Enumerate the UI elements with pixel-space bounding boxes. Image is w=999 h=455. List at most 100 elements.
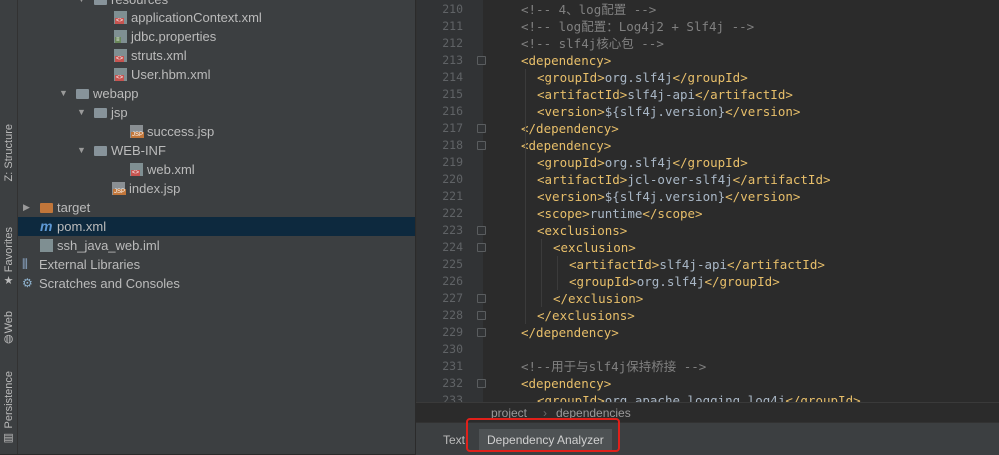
tree-item[interactable]: ▼ WEB-INF xyxy=(18,141,415,160)
line-number: 222 xyxy=(442,206,463,220)
file-type-badge: JSP xyxy=(131,132,145,138)
fold-marker-icon[interactable] xyxy=(477,328,486,337)
jsp-file-icon: JSP xyxy=(130,125,145,138)
structure-tab[interactable]: Z: Structure xyxy=(0,118,17,188)
code-line: <exclusion> xyxy=(553,239,636,256)
code-value: slf4j-api xyxy=(627,87,696,102)
file-type-badge: <> xyxy=(115,75,125,81)
project-tree[interactable]: ▼resources<>applicationContext.xml≡jdbc.… xyxy=(18,0,415,454)
web-tab[interactable]: Web ◍ xyxy=(0,300,17,345)
code-value: org.slf4j xyxy=(604,70,673,85)
code-tag: </groupId> xyxy=(785,393,861,402)
fold-marker-icon[interactable] xyxy=(477,226,486,235)
code-tag: <dependency> xyxy=(521,376,612,391)
code-value: ${slf4j.version} xyxy=(604,189,726,204)
excluded-folder-icon xyxy=(40,203,53,213)
expand-right-icon[interactable]: ▶ xyxy=(23,198,30,217)
code-line: </dependency> xyxy=(521,324,619,341)
tree-item[interactable]: ▼ webapp xyxy=(18,84,415,103)
code-editor[interactable]: 210 211 212 213 214 215 216 217 218 219 220 221 222 2… xyxy=(416,0,999,402)
tree-item-label: User.hbm.xml xyxy=(131,67,211,82)
code-line: <dependency> xyxy=(521,137,611,154)
tree-item-label: webapp xyxy=(93,86,139,101)
tree-item[interactable]: <> web.xml xyxy=(18,160,415,179)
file-type-badge: <> xyxy=(115,18,125,24)
tree-item-label: index.jsp xyxy=(129,181,181,196)
tree-item[interactable]: JSP success.jsp xyxy=(18,122,415,141)
tree-item[interactable]: JSP index.jsp xyxy=(18,179,415,198)
line-number: 218 xyxy=(442,138,463,152)
expand-down-icon[interactable]: ▼ xyxy=(77,141,86,160)
tree-item-label: struts.xml xyxy=(131,48,187,63)
code-line: </exclusions> xyxy=(537,307,635,324)
fold-marker-icon[interactable] xyxy=(477,379,486,388)
code-tag: <exclusions> xyxy=(537,223,628,238)
code-line: <groupId>org.slf4j</groupId> xyxy=(537,69,748,86)
persistence-tab[interactable]: Persistence ▤ xyxy=(0,360,17,444)
code-tag: </version> xyxy=(725,104,801,119)
indent-guide xyxy=(557,256,558,290)
code-tag: </dependency> xyxy=(521,121,619,136)
code-line: <artifactId>slf4j-api</artifactId> xyxy=(537,86,793,103)
tree-item[interactable]: <> applicationContext.xml xyxy=(18,8,415,27)
code-tag: <artifactId> xyxy=(537,87,628,102)
tree-item-label: jsp xyxy=(111,105,128,120)
line-number: 220 xyxy=(442,172,463,186)
fold-marker-icon[interactable] xyxy=(477,243,486,252)
tree-item-label: web.xml xyxy=(147,162,195,177)
code-comment: <!--用于与slf4j保持桥接 --> xyxy=(521,359,707,374)
expand-down-icon[interactable]: ▼ xyxy=(77,103,86,122)
tree-item[interactable]: ≡ jdbc.properties xyxy=(18,27,415,46)
persistence-tab-label: Persistence xyxy=(2,371,15,429)
fold-marker-icon[interactable] xyxy=(477,311,486,320)
fold-marker-icon[interactable] xyxy=(477,56,486,65)
code-tag: <dependency> xyxy=(521,53,612,68)
code-value: org.slf4j xyxy=(636,274,705,289)
code-line: <version>${slf4j.version}</version> xyxy=(537,103,800,120)
fold-marker-icon[interactable] xyxy=(477,141,486,150)
line-number: 232 xyxy=(442,376,463,390)
code-line: <groupId>org.apache.logging.log4j</group… xyxy=(537,392,861,402)
code-tag: </exclusions> xyxy=(537,308,635,323)
tree-item[interactable]: ssh_java_web.iml xyxy=(18,236,415,255)
tree-item[interactable]: ▶ target xyxy=(18,198,415,217)
code-tag: </groupId> xyxy=(704,274,780,289)
code-line: <artifactId>slf4j-api</artifactId> xyxy=(569,256,825,273)
code-tag: </version> xyxy=(725,189,801,204)
xml-file-icon: <> xyxy=(114,49,127,62)
code-comment: <!-- log配置：Log4j2 + Slf4j --> xyxy=(521,19,755,34)
left-tool-strip: Z: Structure Favorites ★ Web ◍ Persisten… xyxy=(0,0,18,454)
iml-file-icon xyxy=(40,239,53,252)
line-number: 231 xyxy=(442,359,463,373)
tree-item[interactable]: ▶⚙Scratches and Consoles xyxy=(18,274,415,293)
tree-item[interactable]: ▶⫴External Libraries xyxy=(18,255,415,274)
tree-item-label: target xyxy=(57,200,91,215)
file-type-badge: ≡ xyxy=(115,37,121,43)
code-line: <!-- slf4j核心包 --> xyxy=(521,35,664,52)
maven-icon: m xyxy=(40,218,53,234)
tree-item[interactable]: <> struts.xml xyxy=(18,46,415,65)
code-line: <version>${slf4j.version}</version> xyxy=(537,188,800,205)
expand-down-icon[interactable]: ▼ xyxy=(59,84,68,103)
tree-item[interactable]: ▼ jsp xyxy=(18,103,415,122)
code-value: org.apache.logging.log4j xyxy=(604,393,786,402)
code-tag: <dependency> xyxy=(521,138,612,153)
line-number: 217 xyxy=(442,121,463,135)
code-line: </exclusion> xyxy=(553,290,643,307)
code-tag: </groupId> xyxy=(672,70,748,85)
code-line: <scope>runtime</scope> xyxy=(537,205,703,222)
line-gutter: 210 211 212 213 214 215 216 217 218 219 220 221 222 2… xyxy=(417,0,486,402)
line-number: 225 xyxy=(442,257,463,271)
fold-marker-icon[interactable] xyxy=(477,124,486,133)
code-tag: </artifactId> xyxy=(695,87,793,102)
line-number: 215 xyxy=(442,87,463,101)
code-line: <!-- log配置：Log4j2 + Slf4j --> xyxy=(521,18,754,35)
web-icon: ◍ xyxy=(3,333,14,345)
code-line: </dependency> xyxy=(521,120,619,137)
fold-marker-icon[interactable] xyxy=(477,294,486,303)
tree-item[interactable]: m pom.xml xyxy=(18,217,415,236)
tree-item-label: pom.xml xyxy=(57,219,107,234)
code-line: <artifactId>jcl-over-slf4j</artifactId> xyxy=(537,171,831,188)
favorites-tab[interactable]: Favorites ★ xyxy=(0,215,17,287)
tree-item[interactable]: <> User.hbm.xml xyxy=(18,65,415,84)
